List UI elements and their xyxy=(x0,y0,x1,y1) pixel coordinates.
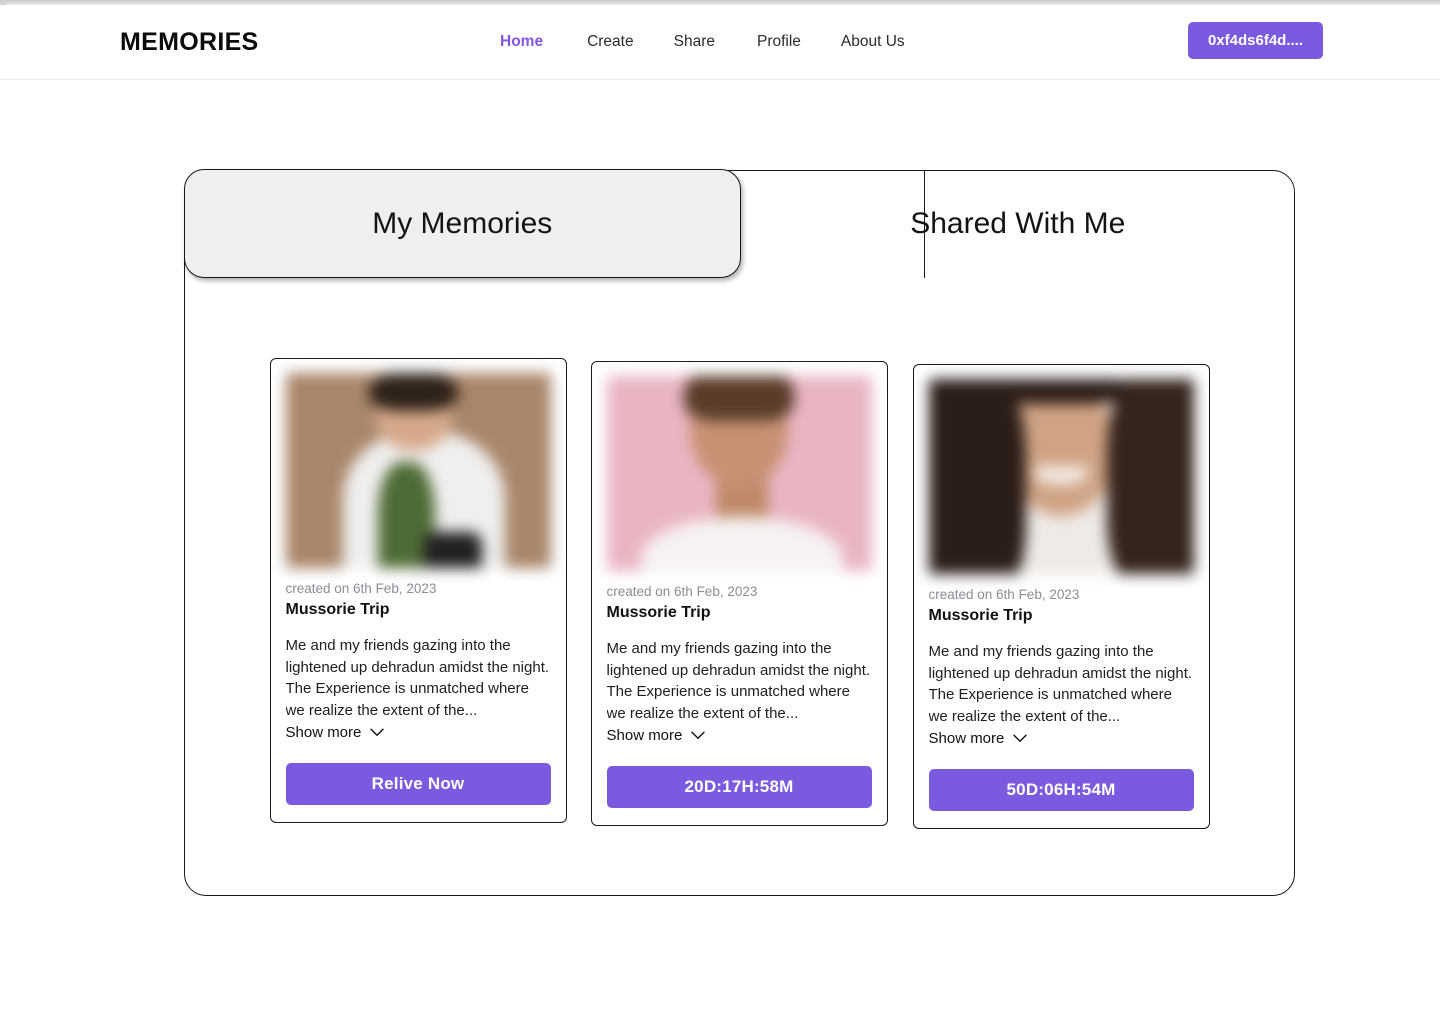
tab-divider xyxy=(924,170,925,278)
memory-card[interactable]: created on 6th Feb, 2023 Mussorie Trip M… xyxy=(269,358,1270,824)
nav-item-profile[interactable]: Profile xyxy=(757,33,801,51)
memory-card[interactable]: created on 6th Feb, 2023 Mussorie Trip M… xyxy=(590,361,1270,827)
memory-description: Me and my friends gazing into the lighte… xyxy=(928,643,1193,725)
memory-card-list: created on 6th Feb, 2023 Mussorie Trip M… xyxy=(184,358,1295,830)
tab-my-memories[interactable]: My Memories xyxy=(184,169,741,278)
memory-description: Me and my friends gazing into the lighte… xyxy=(285,637,550,719)
nav-item-share[interactable]: Share xyxy=(674,33,715,51)
show-more-toggle[interactable]: Show more xyxy=(286,724,385,741)
memory-title: Mussorie Trip xyxy=(285,601,390,619)
nav-item-about-us[interactable]: About Us xyxy=(841,33,905,51)
show-more-toggle[interactable]: Show more xyxy=(929,730,1028,747)
memory-title: Mussorie Trip xyxy=(606,604,711,622)
show-more-label: Show more xyxy=(285,724,362,742)
memory-thumbnail xyxy=(606,376,872,571)
memory-card[interactable]: created on 6th Feb, 2023 Mussorie Trip M… xyxy=(912,364,1270,830)
chevron-down-icon xyxy=(1013,734,1028,743)
countdown-button[interactable]: 20D:17H:58M xyxy=(606,766,872,809)
memory-description: Me and my friends gazing into the lighte… xyxy=(606,640,871,722)
wallet-address-button[interactable]: 0xf4ds6f4d.... xyxy=(1187,22,1323,59)
thumbnail-image xyxy=(928,379,1194,574)
brand-logo[interactable]: MEMORIES xyxy=(120,28,259,57)
show-more-label: Show more xyxy=(928,730,1005,748)
thumbnail-image xyxy=(285,373,551,568)
countdown-button[interactable]: 50D:06H:54M xyxy=(928,769,1194,812)
show-more-label: Show more xyxy=(606,727,683,745)
main-nav: Home Create Share Profile About Us xyxy=(500,33,905,51)
nav-item-create[interactable]: Create xyxy=(587,33,634,51)
show-more-toggle[interactable]: Show more xyxy=(607,727,706,744)
relive-now-button[interactable]: Relive Now xyxy=(285,763,551,806)
chevron-down-icon xyxy=(370,728,385,737)
memories-panel-wrapper: My Memories Shared With Me created on 6t… xyxy=(184,169,1296,896)
circle-badge-icon[interactable] xyxy=(1242,388,1270,416)
memory-created-date: created on 6th Feb, 2023 xyxy=(285,581,437,596)
thumbnail-image xyxy=(606,376,872,571)
chevron-down-icon xyxy=(691,731,706,740)
tab-bar: My Memories Shared With Me xyxy=(184,169,1296,278)
tab-shared-with-me[interactable]: Shared With Me xyxy=(741,170,1296,278)
memory-thumbnail xyxy=(285,373,551,568)
memory-thumbnail xyxy=(928,379,1194,574)
memory-created-date: created on 6th Feb, 2023 xyxy=(928,587,1080,602)
memory-created-date: created on 6th Feb, 2023 xyxy=(606,584,758,599)
site-header: MEMORIES Home Create Share Profile About… xyxy=(0,5,1440,80)
memory-title: Mussorie Trip xyxy=(928,607,1033,625)
nav-item-home[interactable]: Home xyxy=(500,33,543,51)
page-root: MEMORIES Home Create Share Profile About… xyxy=(0,0,1440,1024)
